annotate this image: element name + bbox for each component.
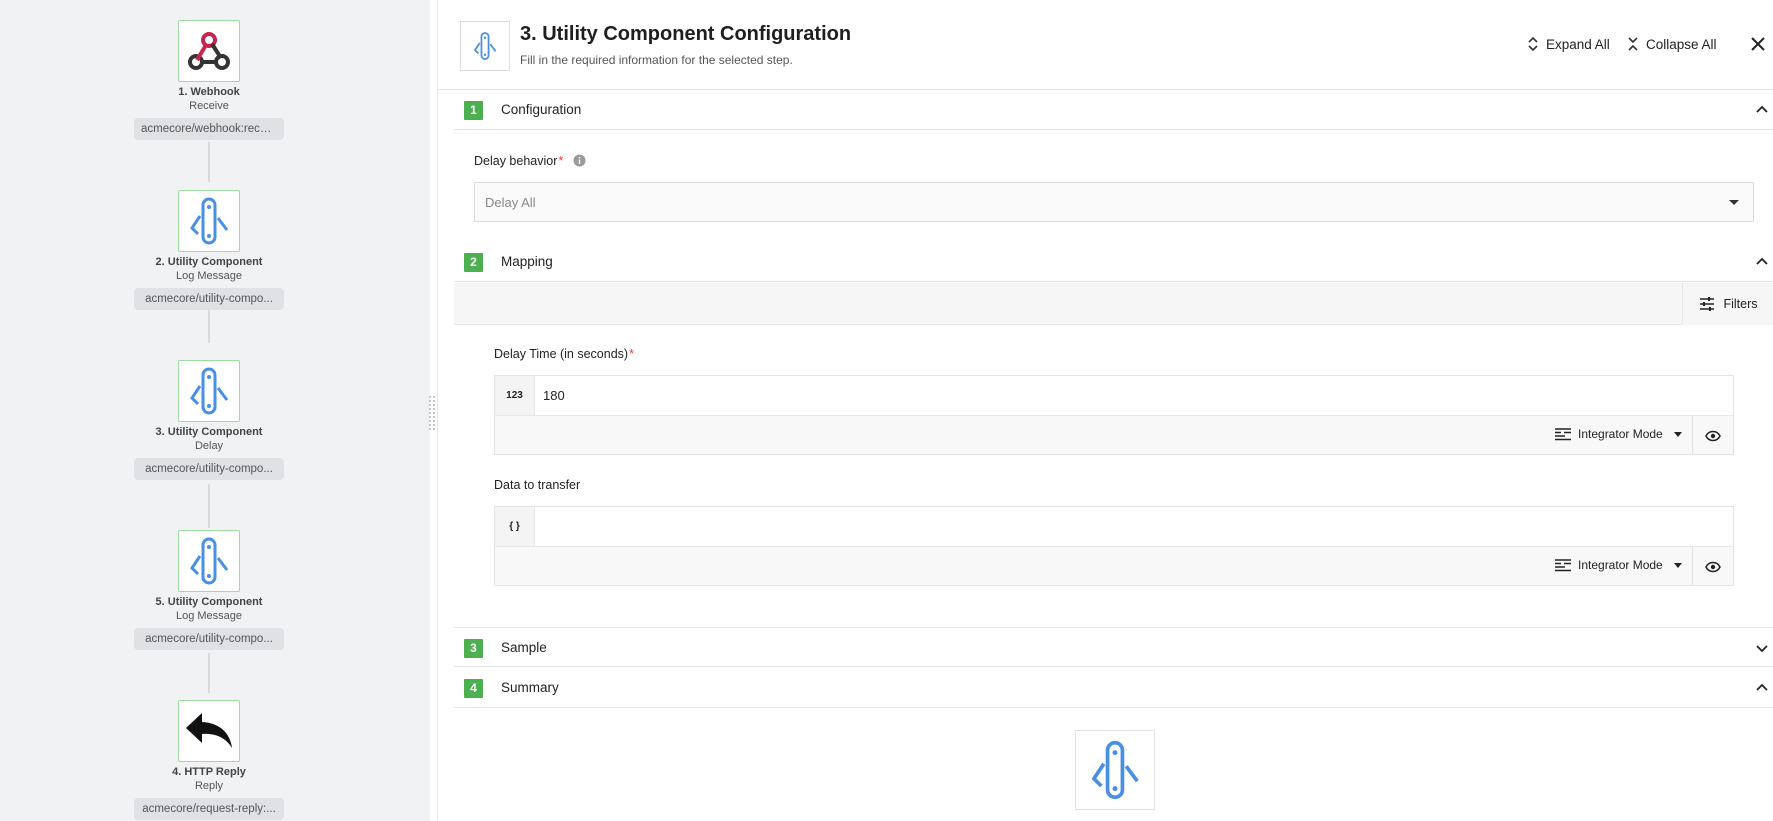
step-name: 5. Utility Component [155, 596, 263, 608]
required-mark: * [558, 154, 564, 168]
section-number-badge: 2 [464, 253, 483, 272]
step-name: 2. Utility Component [155, 256, 263, 268]
section-title: Sample [501, 640, 547, 655]
close-icon[interactable] [1748, 34, 1768, 54]
step-action: Delay [194, 440, 224, 452]
integrator-mode-label: Integrator Mode [1578, 427, 1663, 441]
caret-down-icon [1729, 200, 1739, 205]
delay-behavior-label-text: Delay behavior [474, 154, 558, 168]
chevron-up-icon[interactable] [1755, 103, 1769, 117]
mode-list-icon [1555, 558, 1571, 571]
eye-icon[interactable] [1692, 547, 1733, 586]
utility-icon [1075, 730, 1155, 810]
filters-label: Filters [1723, 297, 1758, 311]
step-name: 3. Utility Component [155, 426, 263, 438]
panel-resize-handle[interactable] [429, 396, 435, 430]
step-name: 1. Webhook [178, 86, 240, 98]
step-name: 4. HTTP Reply [172, 766, 246, 778]
delay-behavior-select[interactable]: Delay All [474, 182, 1754, 222]
data-to-transfer-label: Data to transfer [494, 478, 581, 492]
step-component-chip: acmecore/webhook:recei... [134, 118, 284, 140]
flow-panel: 1. Webhook Receive acmecore/webhook:rece… [0, 0, 430, 821]
step-component-chip: acmecore/request-reply:... [134, 798, 284, 820]
utility-icon [460, 21, 510, 71]
mode-list-icon [1555, 427, 1571, 440]
required-mark: * [629, 347, 634, 361]
integrator-mode-dropdown[interactable]: Integrator Mode [1555, 558, 1682, 572]
reply-arrow-icon[interactable] [178, 700, 240, 762]
section-mapping-header[interactable]: 2 Mapping [454, 242, 1773, 282]
step-action: Receive [189, 100, 229, 112]
page-title: 3. Utility Component Configuration [520, 23, 852, 45]
flow-connector [208, 484, 210, 528]
integrator-mode-dropdown[interactable]: Integrator Mode [1555, 427, 1682, 441]
section-title: Configuration [501, 102, 582, 117]
section-title: Summary [501, 680, 559, 695]
step-action: Reply [194, 780, 224, 792]
chevron-up-icon[interactable] [1755, 255, 1769, 269]
number-type-badge: 123 [495, 376, 535, 415]
caret-down-icon [1673, 562, 1682, 568]
section-title: Mapping [501, 254, 553, 269]
section-number-badge: 3 [464, 639, 483, 658]
integrator-mode-label: Integrator Mode [1578, 558, 1663, 572]
mapping-field-footer: Integrator Mode [495, 546, 1733, 586]
step-action: Log Message [175, 610, 243, 622]
delay-time-label: Delay Time (in seconds)* [494, 347, 634, 361]
section-summary-header[interactable]: 4 Summary [454, 668, 1773, 708]
section-sample-header[interactable]: 3 Sample [454, 627, 1773, 667]
mapping-toolbar: Filters [454, 283, 1773, 325]
expand-all-button[interactable]: Expand All [1528, 36, 1610, 52]
page-subtitle: Fill in the required information for the… [520, 53, 793, 67]
utility-icon[interactable] [178, 360, 240, 422]
info-icon[interactable] [573, 154, 586, 167]
collapse-icon [1628, 37, 1638, 51]
flow-connector [208, 653, 210, 693]
expand-all-label: Expand All [1546, 36, 1610, 52]
delay-time-label-text: Delay Time (in seconds) [494, 347, 629, 361]
section-number-badge: 4 [464, 679, 483, 698]
mapping-field-footer: Integrator Mode [495, 415, 1733, 455]
caret-down-icon [1673, 431, 1682, 437]
flow-connector [208, 142, 210, 182]
object-type-badge: { } [495, 507, 535, 546]
step-action: Log Message [175, 270, 243, 282]
chevron-up-icon[interactable] [1755, 681, 1769, 695]
filters-button[interactable]: Filters [1682, 283, 1773, 325]
section-number-badge: 1 [464, 101, 483, 120]
delay-behavior-label: Delay behavior* [474, 154, 586, 168]
delay-behavior-value: Delay All [485, 195, 536, 210]
collapse-all-button[interactable]: Collapse All [1628, 36, 1717, 52]
utility-icon[interactable] [178, 190, 240, 252]
delay-time-mapping-field[interactable]: 123 180 Integrator Mode [494, 375, 1734, 455]
data-to-transfer-mapping-field[interactable]: { } Integrator Mode [494, 506, 1734, 586]
utility-icon[interactable] [178, 530, 240, 592]
step-component-chip: acmecore/utility-compo... [134, 288, 284, 310]
step-component-chip: acmecore/utility-compo... [134, 628, 284, 650]
collapse-all-label: Collapse All [1646, 36, 1717, 52]
expand-icon [1528, 36, 1538, 52]
panel-header: 3. Utility Component Configuration Fill … [438, 0, 1773, 90]
delay-time-input[interactable]: 180 [543, 388, 565, 403]
section-configuration-header[interactable]: 1 Configuration [454, 90, 1773, 130]
filter-sliders-icon [1700, 297, 1715, 311]
configuration-panel: 3. Utility Component Configuration Fill … [437, 0, 1773, 821]
step-component-chip: acmecore/utility-compo... [134, 458, 284, 480]
webhook-icon[interactable] [178, 20, 240, 82]
eye-icon[interactable] [1692, 416, 1733, 455]
chevron-down-icon[interactable] [1755, 641, 1769, 655]
